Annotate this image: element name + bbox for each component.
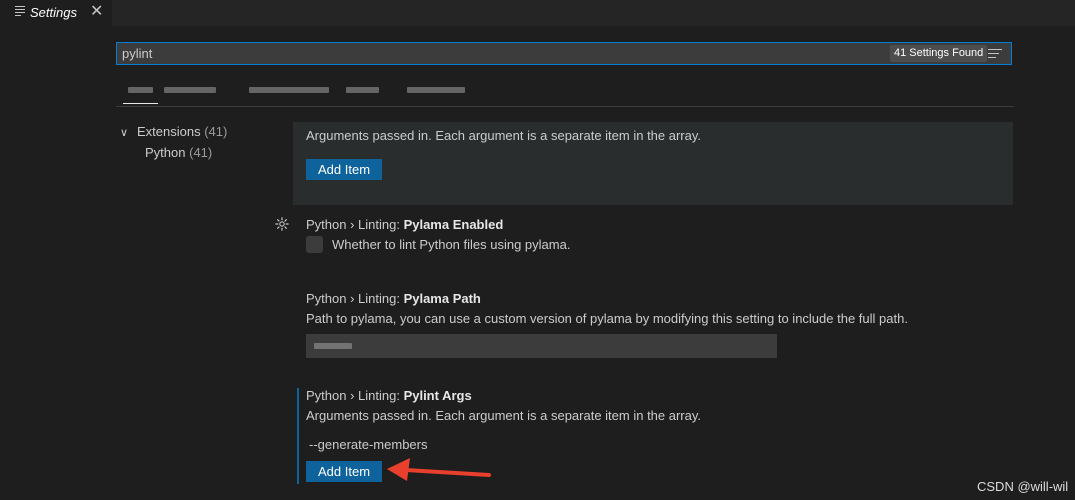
chevron-down-icon[interactable]: ∨ bbox=[120, 126, 128, 139]
setting-description: Whether to lint Python files using pylam… bbox=[332, 237, 571, 252]
scope-tab-folder[interactable] bbox=[346, 87, 379, 93]
annotation-arrow-icon bbox=[387, 458, 491, 481]
clear-filter-icon[interactable] bbox=[988, 49, 1002, 59]
scope-tab-remote[interactable] bbox=[164, 87, 216, 93]
scope-tab-workspace[interactable] bbox=[249, 87, 329, 93]
modified-indicator bbox=[297, 388, 299, 484]
tab-title: Settings bbox=[30, 5, 77, 20]
blurred-path-value bbox=[314, 343, 352, 349]
setting-title: Python › Linting: Pylama Path bbox=[306, 291, 481, 306]
scope-tab-extra[interactable] bbox=[407, 87, 465, 93]
setting-category: Python › Linting: bbox=[306, 291, 404, 306]
scope-tab-user[interactable] bbox=[128, 87, 153, 93]
search-query[interactable]: pylint bbox=[122, 46, 152, 61]
setting-description: Path to pylama, you can use a custom ver… bbox=[306, 311, 908, 326]
setting-name: Pylint Args bbox=[403, 388, 472, 403]
toc-label: Python bbox=[145, 145, 186, 160]
setting-title: Python › Linting: Pylint Args bbox=[306, 388, 472, 403]
pylama-path-input[interactable] bbox=[306, 334, 777, 358]
setting-description: Arguments passed in. Each argument is a … bbox=[306, 408, 702, 423]
settings-found-badge: 41 Settings Found bbox=[890, 45, 988, 62]
tab-settings[interactable]: Settings ✕ bbox=[0, 0, 112, 26]
header-divider bbox=[116, 106, 1014, 107]
setting-name: Pylama Path bbox=[403, 291, 481, 306]
editor-tab-bar: Settings ✕ bbox=[0, 0, 1075, 26]
settings-file-icon bbox=[15, 6, 25, 18]
watermark: CSDN @will-wil bbox=[977, 479, 1069, 494]
gear-icon[interactable] bbox=[275, 217, 289, 231]
settings-search-input[interactable]: pylint 41 Settings Found bbox=[116, 42, 1012, 65]
toc-label: Extensions bbox=[137, 124, 201, 139]
setting-title: Python › Linting: Pylama Enabled bbox=[306, 217, 503, 232]
setting-description: Arguments passed in. Each argument is a … bbox=[306, 128, 702, 143]
clipped-setting-title bbox=[306, 115, 506, 121]
setting-name: Pylama Enabled bbox=[403, 217, 504, 232]
toc-count: (41) bbox=[204, 124, 228, 139]
pylama-enabled-checkbox[interactable] bbox=[306, 236, 323, 253]
toc-count: (41) bbox=[189, 145, 213, 160]
setting-category: Python › Linting: bbox=[306, 388, 404, 403]
toc-item-python[interactable]: Python (41) bbox=[145, 145, 212, 160]
array-item[interactable]: --generate-members bbox=[309, 437, 428, 452]
close-icon[interactable]: ✕ bbox=[90, 3, 103, 21]
add-item-button[interactable]: Add Item bbox=[306, 461, 383, 482]
toc-item-extensions[interactable]: Extensions (41) bbox=[137, 124, 227, 139]
setting-category: Python › Linting: bbox=[306, 217, 404, 232]
active-scope-indicator bbox=[123, 103, 158, 104]
add-item-button[interactable]: Add Item bbox=[306, 159, 383, 180]
